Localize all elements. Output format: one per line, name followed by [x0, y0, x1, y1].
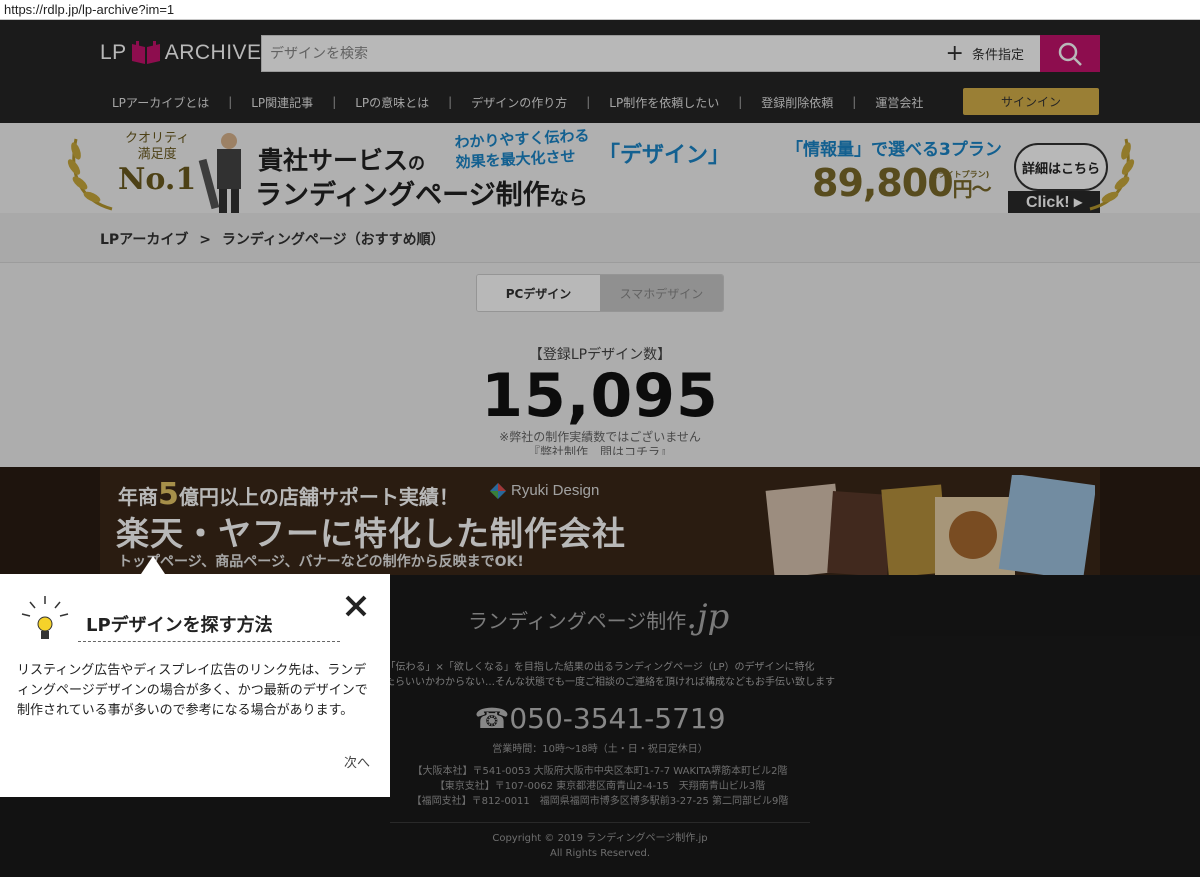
- popup-title: LPデザインを探す方法: [78, 611, 340, 642]
- browser-url-bar[interactable]: https://rdlp.jp/lp-archive?im=1: [0, 0, 1200, 20]
- close-icon: [345, 595, 367, 617]
- popup-body: リスティング広告やディスプレイ広告のリンク先は、ランディングページデザインの場合…: [17, 663, 368, 718]
- next-button[interactable]: 次へ: [344, 752, 370, 771]
- popup-pointer: [141, 556, 165, 574]
- light-bulb-icon: [21, 596, 69, 639]
- guide-popup: LPデザインを探す方法 リスティング広告やディスプレイ広告のリンク先は、ランディ…: [0, 574, 390, 797]
- close-button[interactable]: [340, 590, 372, 622]
